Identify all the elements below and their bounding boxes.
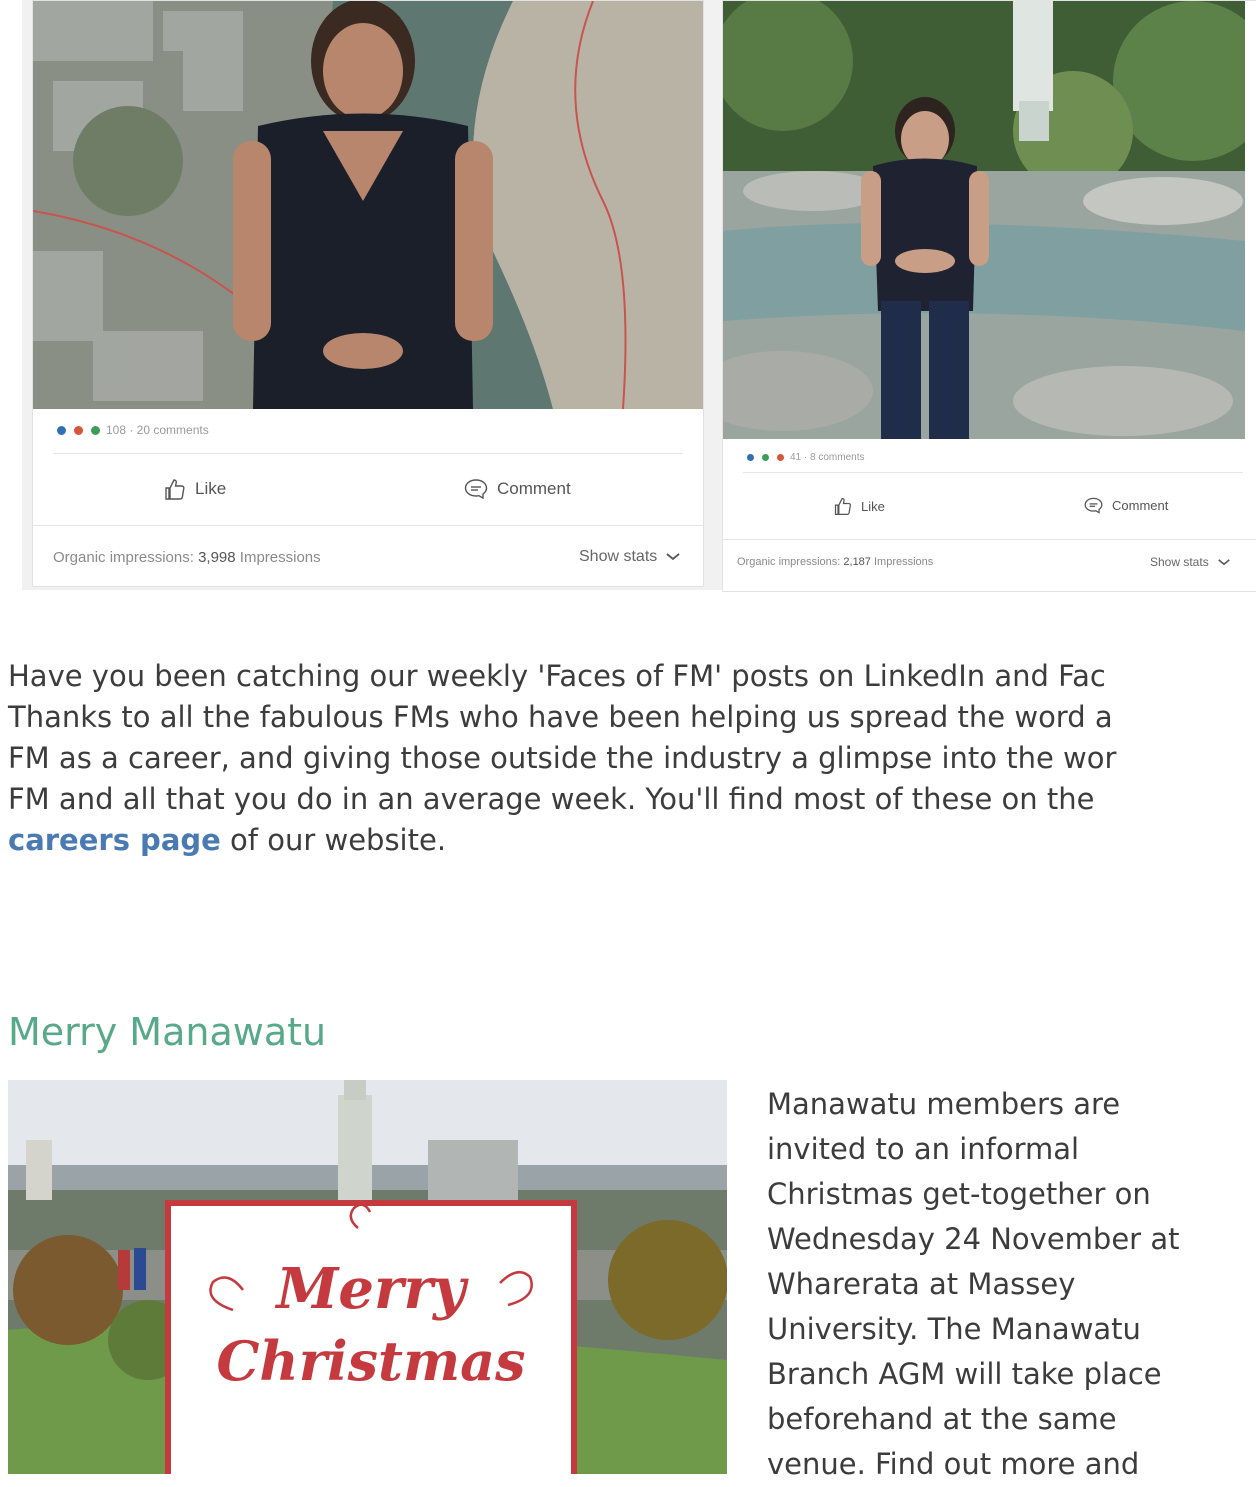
show-stats-button[interactable]: Show stats: [579, 548, 681, 566]
chevron-down-icon: [666, 553, 680, 561]
reaction-count: 41 · 8 comments: [790, 452, 865, 463]
reaction-count: 108 · 20 comments: [106, 423, 209, 437]
paragraph-line: careers page of our website.: [8, 820, 1256, 861]
comment-icon: [464, 479, 488, 500]
divider: [33, 525, 703, 526]
divider: [723, 539, 1256, 540]
chevron-down-icon: [1217, 558, 1230, 565]
linkedin-post-card: 41 · 8 comments Like Comment Organic imp…: [722, 0, 1256, 592]
show-stats-button[interactable]: Show stats: [1150, 555, 1231, 569]
like-button[interactable]: Like: [163, 477, 226, 501]
impressions-prefix: Organic impressions:: [737, 556, 841, 568]
comment-label: Comment: [497, 479, 571, 498]
reaction-summary: 108 · 20 comments: [55, 423, 209, 437]
divider: [53, 453, 683, 454]
linkedin-post-card: 108 · 20 comments Like Comment Organic i…: [32, 0, 704, 587]
faces-of-fm-image: 108 · 20 comments Like Comment Organic i…: [22, 0, 1256, 592]
description-line: Christmas get-together on: [767, 1177, 1151, 1211]
like-button[interactable]: Like: [833, 496, 885, 516]
support-reaction-icon: [760, 452, 771, 463]
card-text-merry: Merry: [274, 1256, 469, 1322]
show-stats-label: Show stats: [579, 548, 658, 565]
paragraph-line: Thanks to all the fabulous FMs who have …: [8, 700, 1113, 734]
impressions-suffix: Impressions: [873, 556, 934, 568]
post-photo-aerial: [33, 1, 703, 409]
paragraph-line: FM as a career, and giving those outside…: [8, 741, 1117, 775]
show-stats-label: Show stats: [1150, 555, 1209, 569]
impressions-prefix: Organic impressions:: [53, 549, 194, 566]
impressions-value: 3,998: [198, 549, 236, 566]
paragraph-tail: of our website.: [220, 823, 447, 857]
section-title: Merry Manawatu: [8, 1010, 327, 1054]
impressions-suffix: Impressions: [239, 549, 321, 566]
impressions-value: 2,187: [843, 556, 871, 568]
organic-impressions: Organic impressions: 3,998 Impressions: [53, 549, 321, 566]
description-line: Wharerata at Massey: [767, 1267, 1076, 1301]
merry-christmas-image: Merry Christmas: [8, 1080, 727, 1474]
like-reaction-icon: [55, 423, 68, 437]
faces-of-fm-paragraph: Have you been catching our weekly 'Faces…: [8, 656, 1256, 861]
description-line: invited to an informal: [767, 1132, 1080, 1166]
comment-label: Comment: [1112, 498, 1169, 513]
careers-page-link[interactable]: careers page: [8, 823, 221, 857]
paragraph-line: Have you been catching our weekly 'Faces…: [8, 659, 1106, 693]
love-reaction-icon: [775, 452, 786, 463]
description-line: beforehand at the same: [767, 1402, 1117, 1436]
comment-icon: [1084, 497, 1103, 514]
comment-button[interactable]: Comment: [1083, 496, 1168, 515]
card-text-christmas: Christmas: [216, 1329, 525, 1393]
like-label: Like: [195, 479, 227, 498]
love-reaction-icon: [72, 423, 85, 437]
like-reaction-icon: [745, 452, 756, 463]
description-line: Wednesday 24 November at: [767, 1222, 1180, 1256]
post-photo-waterfall: [723, 1, 1245, 439]
event-description: Manawatu members are invited to an infor…: [767, 1082, 1237, 1487]
organic-impressions: Organic impressions: 2,187 Impressions: [737, 556, 933, 568]
like-label: Like: [861, 498, 885, 514]
reaction-summary: 41 · 8 comments: [745, 452, 864, 463]
description-line: Manawatu members are: [767, 1087, 1121, 1121]
description-line: Branch AGM will take place: [767, 1357, 1162, 1391]
comment-button[interactable]: Comment: [463, 477, 571, 501]
description-line: University. The Manawatu: [767, 1312, 1141, 1346]
divider: [743, 472, 1243, 473]
support-reaction-icon: [89, 423, 102, 437]
paragraph-line: FM and all that you do in an average wee…: [8, 782, 1095, 816]
thumbs-up-icon: [834, 497, 851, 515]
thumbs-up-icon: [165, 479, 185, 500]
description-line: venue. Find out more and: [767, 1447, 1140, 1481]
